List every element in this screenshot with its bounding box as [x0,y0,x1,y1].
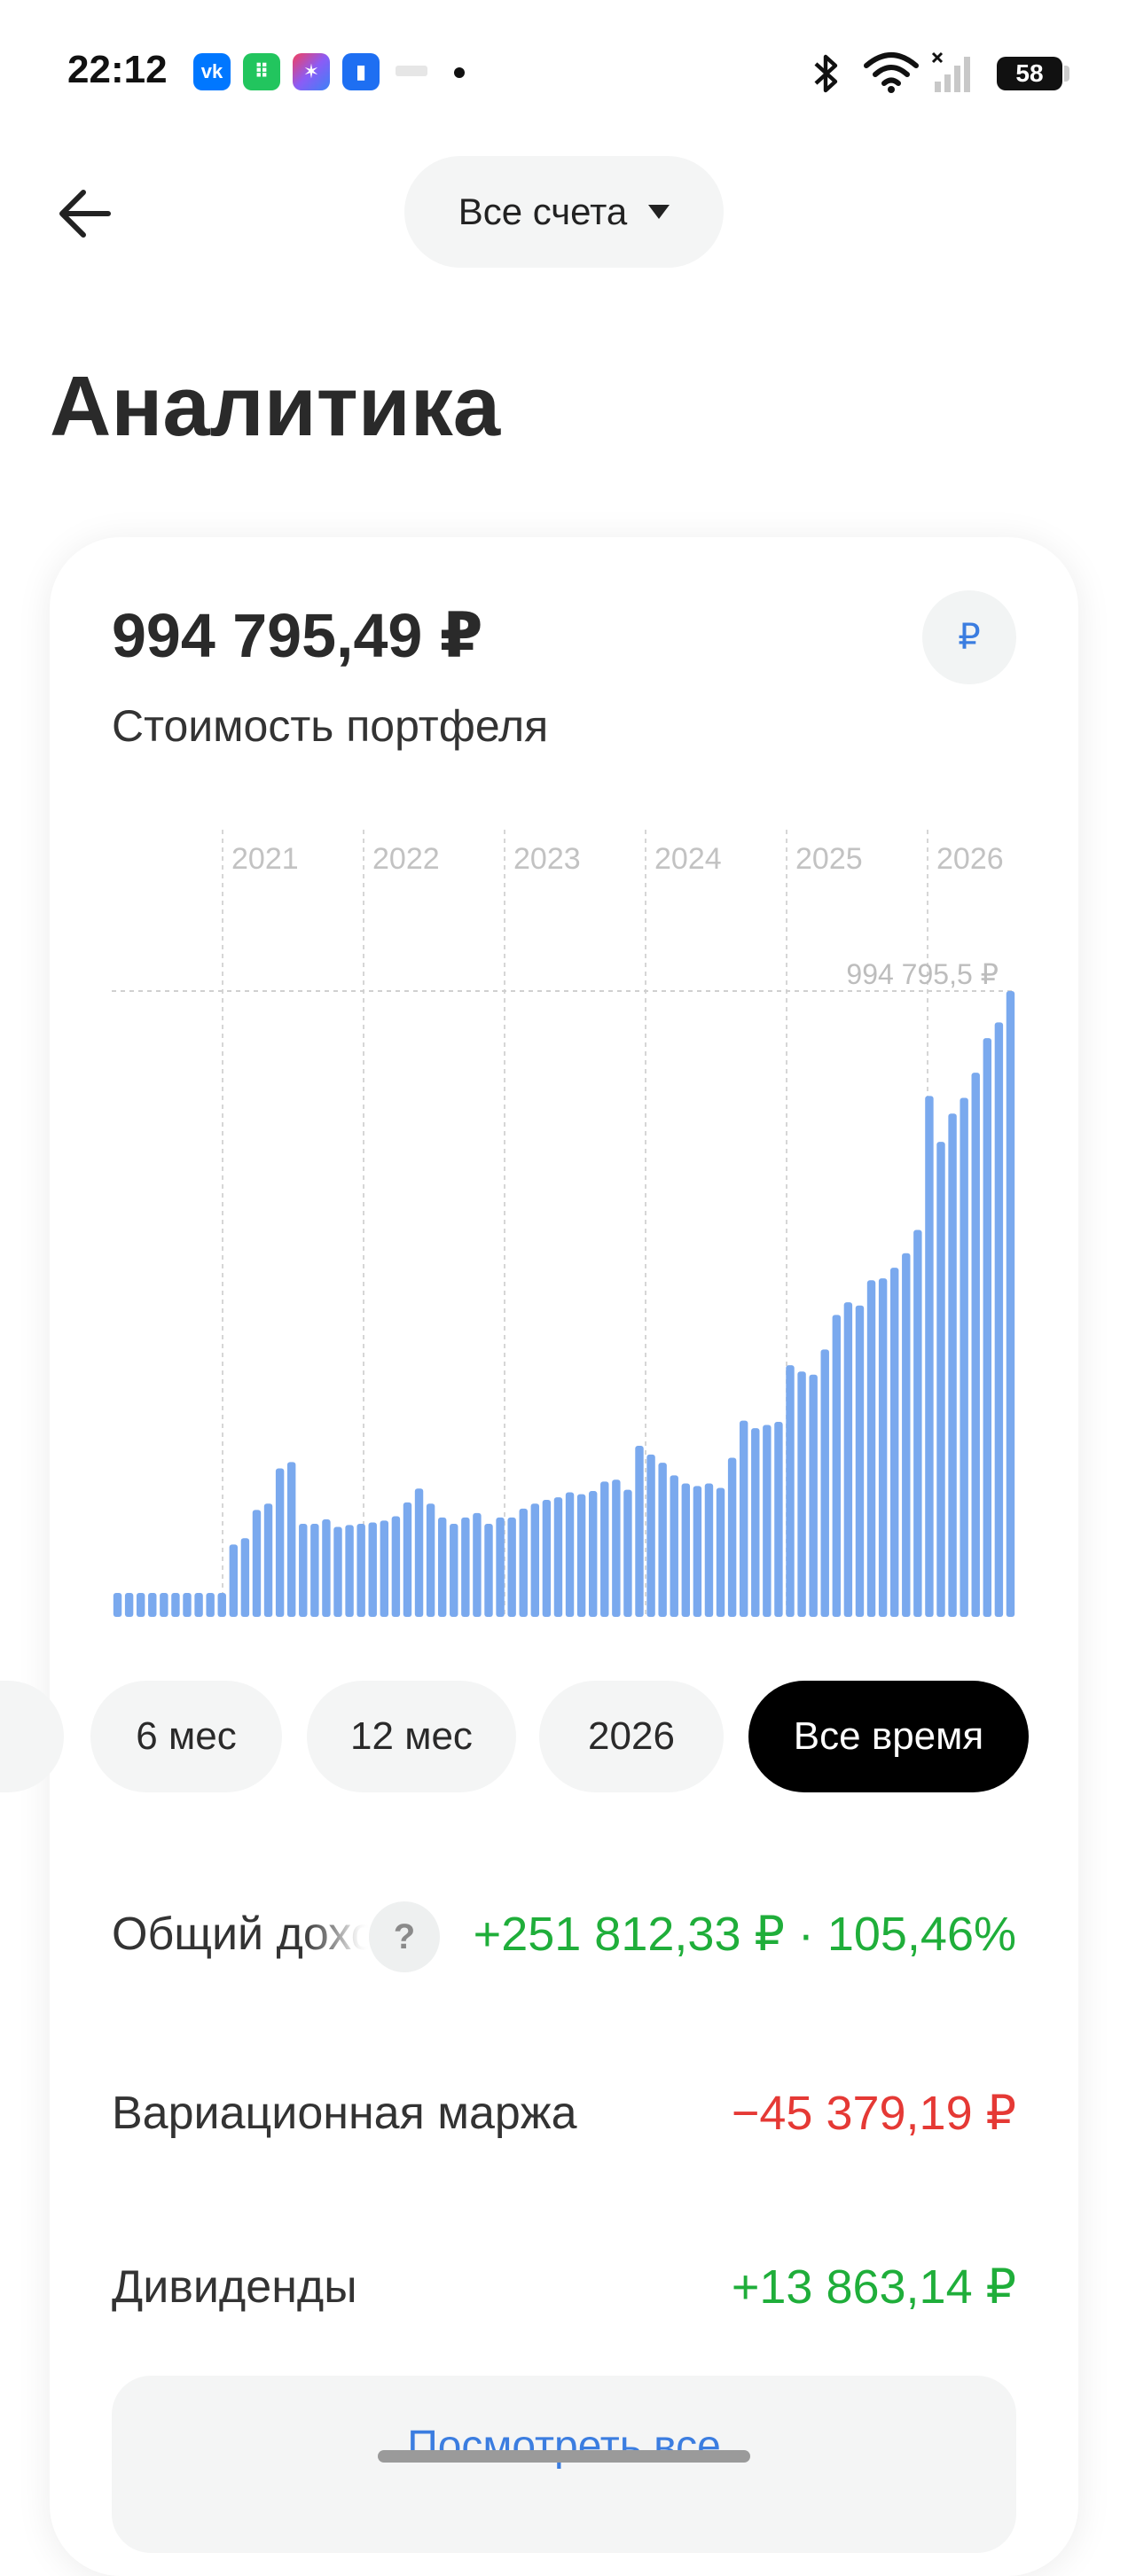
chart-bar[interactable] [530,1503,540,1617]
chart-bar[interactable] [1006,991,1015,1617]
portfolio-chart: 2021 2022 2023 2024 2025 2026 994 795,5 ₽ [112,830,1016,1618]
chart-bar[interactable] [797,1371,806,1617]
chart-bar[interactable] [403,1502,412,1617]
chart-bar[interactable] [299,1523,308,1617]
chart-bar[interactable] [553,1497,563,1617]
chart-bar[interactable] [948,1113,957,1617]
chart-bar[interactable] [925,1096,934,1617]
chart-bar[interactable] [461,1517,470,1617]
chart-bar[interactable] [855,1305,865,1617]
chart-bar[interactable] [994,1022,1004,1617]
chart-bar[interactable] [774,1421,783,1617]
chart-bar[interactable] [124,1593,134,1617]
chart-bar[interactable] [646,1454,655,1617]
chart-bar[interactable] [902,1253,911,1617]
chart-bar[interactable] [565,1492,575,1617]
chart-bar[interactable] [878,1278,888,1617]
chart-bar[interactable] [623,1489,632,1617]
chart-bar[interactable] [751,1428,760,1617]
chart-bar[interactable] [832,1315,842,1617]
chart-bar[interactable] [936,1142,945,1617]
chart-bar[interactable] [889,1268,899,1617]
max-value-label: 994 795,5 ₽ [846,958,999,990]
chart-bar[interactable] [519,1508,528,1617]
chart-bar[interactable] [113,1593,122,1617]
chart-bar[interactable] [275,1468,285,1617]
chart-bar[interactable] [136,1593,145,1617]
chart-bar[interactable] [960,1097,968,1618]
chart-bar[interactable] [333,1526,342,1617]
chart-bar[interactable] [310,1523,319,1617]
chart-bar[interactable] [866,1280,876,1617]
chart-bar[interactable] [716,1487,725,1617]
chart-bar[interactable] [809,1374,818,1617]
help-icon[interactable]: ? [369,1901,440,1972]
total-income-value: +251 812,33 ₽ · 105,46% [473,1908,1016,1961]
chart-bar[interactable] [971,1073,980,1617]
home-indicator [378,2450,750,2463]
chart-bar[interactable] [484,1523,493,1617]
year-tick-label: 2021 [231,842,299,876]
chart-bar[interactable] [983,1038,992,1617]
year-tick-label: 2026 [936,842,1004,876]
chart-bar[interactable] [322,1519,331,1617]
chart-bar[interactable] [681,1483,691,1617]
chart-bar[interactable] [542,1500,552,1617]
chart-bar[interactable] [183,1593,192,1617]
period-chip-6m[interactable]: 6 мес [90,1681,282,1792]
chart-bar[interactable] [588,1491,598,1617]
chart-bar[interactable] [194,1593,203,1617]
chart-bar[interactable] [473,1512,482,1617]
chart-bar[interactable] [496,1517,505,1617]
chart-bar[interactable] [380,1520,389,1617]
year-tick-label: 2024 [654,842,722,876]
chart-bar[interactable] [739,1420,748,1617]
chart-bar[interactable] [240,1538,250,1617]
chart-bar[interactable] [786,1365,795,1617]
chart-bar[interactable] [635,1445,644,1617]
chart-bar[interactable] [206,1593,215,1617]
chart-bar[interactable] [450,1523,458,1617]
period-chip-2026[interactable]: 2026 [539,1681,724,1792]
period-chip-12m[interactable]: 12 мес [307,1681,516,1792]
chart-bar[interactable] [727,1457,737,1617]
chart-bar[interactable] [658,1463,667,1617]
chart-bar[interactable] [160,1593,168,1617]
chart-bar[interactable] [437,1517,447,1617]
dividends-label: Дивиденды [112,2261,357,2313]
year-tick-label: 2025 [795,842,863,876]
chart-bar[interactable] [820,1349,829,1617]
period-chip-all-time[interactable]: Все время [748,1681,1029,1792]
label-fade [302,1906,372,1968]
chart-bar[interactable] [229,1544,239,1617]
chart-bar[interactable] [426,1503,435,1617]
chart-bar[interactable] [414,1488,424,1617]
chart-bar[interactable] [704,1483,714,1617]
chart-bar[interactable] [843,1302,853,1617]
chart-bar[interactable] [171,1593,180,1617]
chart-bar[interactable] [763,1425,772,1617]
chart-bar[interactable] [612,1479,621,1617]
chart-bar[interactable] [670,1475,678,1617]
variation-margin-value: −45 379,19 ₽ [731,2087,1016,2140]
chart-bar[interactable] [217,1593,226,1617]
year-tick-label: 2022 [372,842,440,876]
chart-bar[interactable] [391,1516,401,1617]
chart-bar[interactable] [576,1494,586,1617]
variation-margin-label: Вариационная маржа [112,2088,577,2139]
dividends-value: +13 863,14 ₽ [731,2260,1016,2314]
chart-bar[interactable] [356,1523,365,1617]
chart-bar[interactable] [507,1517,516,1617]
chart-bar[interactable] [368,1522,377,1617]
chart-bar[interactable] [252,1510,262,1617]
chart-bar[interactable] [345,1525,354,1617]
year-tick-label: 2023 [513,842,581,876]
chart-bar[interactable] [693,1486,702,1617]
chart-bar[interactable] [263,1503,273,1617]
chart-bar[interactable] [913,1229,922,1617]
view-all-label[interactable]: Посмотреть все [0,2422,1128,2471]
chart-bar[interactable] [148,1593,157,1617]
chart-bar[interactable] [286,1462,296,1617]
chart-bar[interactable] [600,1481,609,1617]
